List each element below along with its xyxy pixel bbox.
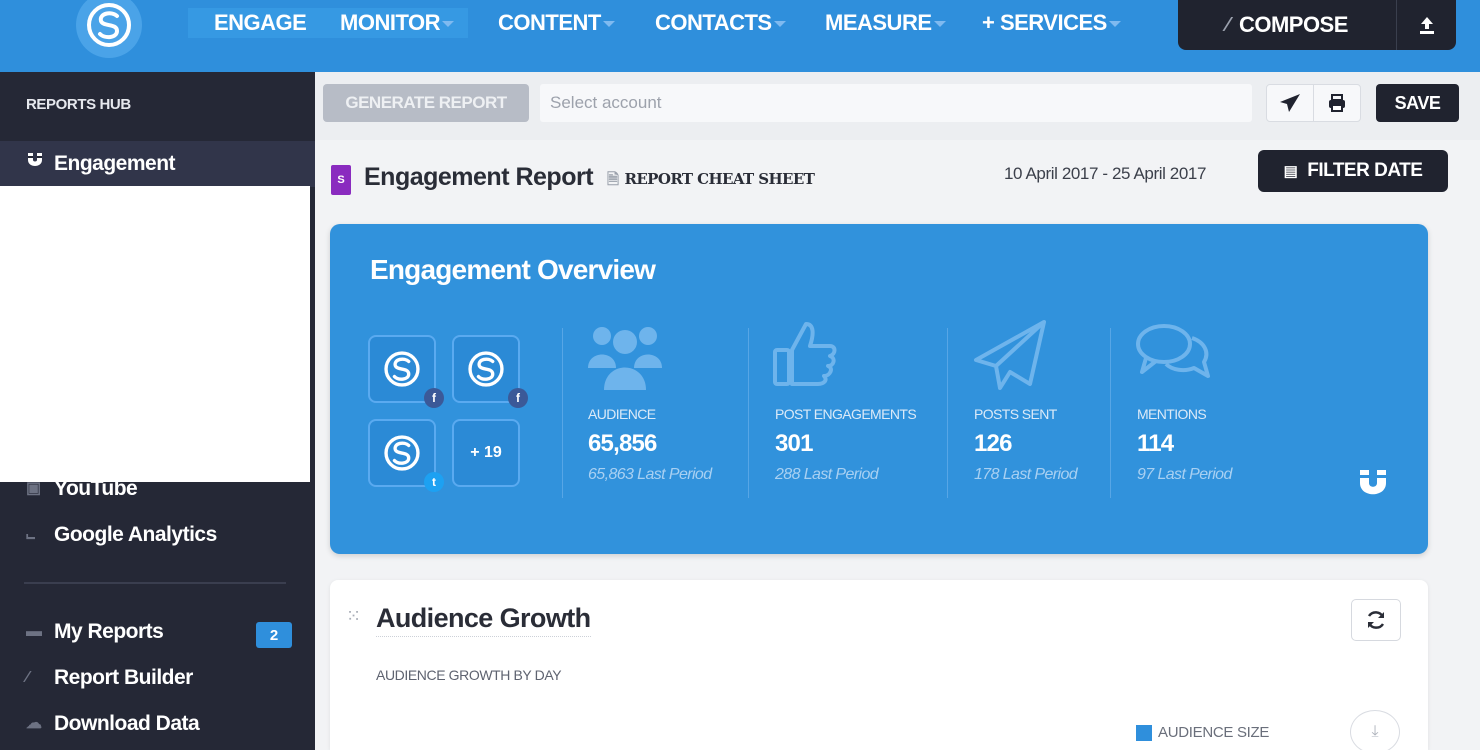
stat-last-audience: 65,863 Last Period: [588, 466, 712, 483]
top-nav: ENGAGE MONITOR CONTENT CONTACTS MEASURE …: [0, 0, 1480, 72]
report-type-badge: S: [331, 165, 351, 195]
users-icon: [588, 327, 662, 390]
facebook-icon: f: [508, 388, 528, 408]
sidebar-item-label: Report Builder: [54, 666, 193, 689]
nav-contacts[interactable]: CONTACTS: [655, 8, 786, 38]
sidebar-title: REPORTS HUB: [26, 96, 131, 113]
chevron-down-icon: [933, 21, 946, 28]
paper-plane-icon: [1280, 94, 1300, 112]
stat-value-audience: 65,856: [588, 430, 657, 457]
stat-divider: [748, 328, 749, 498]
document-icon: 🗎: [607, 170, 619, 188]
stat-last-post-engagements: 288 Last Period: [775, 466, 879, 483]
report-cheat-sheet-link[interactable]: 🗎 REPORT CHEAT SHEET: [607, 168, 815, 190]
chart-icon: ⨽: [26, 526, 35, 543]
sidebar-item-download-data[interactable]: ☁ Download Data: [26, 711, 200, 737]
thumbs-up-icon: [773, 322, 837, 386]
sidebar-item-report-builder[interactable]: ∕ Report Builder: [26, 665, 193, 691]
calendar-icon: ▤: [1283, 163, 1298, 180]
chevron-down-icon: [1108, 21, 1121, 28]
compose-label: COMPOSE: [1238, 12, 1348, 37]
download-icon: ⤓: [1371, 723, 1379, 740]
youtube-icon: ▣: [26, 480, 41, 497]
generate-report-button[interactable]: GENERATE REPORT: [323, 84, 529, 122]
sidebar-item-label: Engagement: [54, 152, 176, 175]
cheat-sheet-label: REPORT CHEAT SHEET: [624, 170, 815, 188]
chevron-down-icon: [441, 21, 454, 28]
chart-legend[interactable]: AUDIENCE SIZE: [1136, 724, 1269, 741]
chevron-down-icon: [602, 21, 615, 28]
upload-button[interactable]: [1396, 0, 1456, 50]
refresh-button[interactable]: [1351, 599, 1401, 641]
stat-label-posts-sent: POSTS SENT: [974, 406, 1057, 422]
sidebar-item-label: Download Data: [54, 712, 200, 735]
filter-date-label: FILTER DATE: [1307, 160, 1423, 181]
pencil-icon: ⁄: [1226, 13, 1229, 36]
sidebar-item-label: YouTube: [54, 477, 138, 500]
stat-value-post-engagements: 301: [775, 430, 813, 457]
send-report-button[interactable]: [1266, 84, 1314, 122]
wrench-icon: ∕: [26, 669, 29, 686]
select-account-input[interactable]: [540, 84, 1252, 122]
legend-swatch: [1136, 724, 1152, 741]
stat-value-posts-sent: 126: [974, 430, 1012, 457]
logo-icon: [468, 351, 504, 387]
sidebar-item-engagement[interactable]: Engagement: [26, 151, 176, 178]
nav-monitor[interactable]: MONITOR: [326, 8, 468, 38]
chat-bubbles-icon: [1136, 324, 1210, 378]
nav-measure[interactable]: MEASURE: [825, 8, 946, 38]
twitter-icon: t: [424, 472, 444, 492]
compose-button[interactable]: ⁄ COMPOSE: [1178, 0, 1396, 50]
save-button[interactable]: SAVE: [1376, 84, 1459, 122]
app-logo[interactable]: [76, 0, 142, 58]
compose-group: ⁄ COMPOSE: [1178, 0, 1456, 50]
redacted-panel: [0, 186, 310, 482]
facebook-icon: f: [424, 388, 444, 408]
nav-services[interactable]: + SERVICES: [982, 8, 1121, 38]
download-chart-button[interactable]: ⤓: [1350, 710, 1400, 750]
sidebar-divider: [24, 582, 286, 584]
page-title: Engagement Report: [364, 163, 594, 191]
stat-label-post-engagements: POST ENGAGEMENTS: [775, 406, 917, 422]
overview-title: Engagement Overview: [370, 254, 656, 285]
stat-divider: [562, 328, 563, 498]
drag-handle-icon[interactable]: ⁙: [346, 606, 361, 627]
cloud-icon: ☁: [26, 715, 42, 732]
print-button[interactable]: [1313, 84, 1361, 122]
nav-content[interactable]: CONTENT: [498, 8, 615, 38]
stat-label-audience: AUDIENCE: [588, 406, 656, 422]
sidebar-item-my-reports[interactable]: ▬ My Reports: [26, 619, 164, 645]
upload-icon: [1419, 17, 1434, 34]
paper-plane-icon: [974, 320, 1046, 390]
logo-icon: [384, 435, 420, 471]
chevron-down-icon: [773, 21, 786, 28]
nav-engage[interactable]: ENGAGE: [188, 8, 333, 38]
print-icon: [1329, 94, 1345, 112]
audience-growth-title: Audience Growth: [376, 603, 591, 637]
stat-value-mentions: 114: [1137, 430, 1174, 457]
magnet-icon: [26, 151, 54, 178]
filter-date-button[interactable]: ▤ FILTER DATE: [1258, 150, 1448, 192]
refresh-icon: [1367, 611, 1385, 629]
sidebar-item-youtube[interactable]: ▣ YouTube: [26, 476, 138, 502]
sidebar-item-label: Google Analytics: [54, 523, 217, 546]
logo-icon: [384, 351, 420, 387]
folder-icon: ▬: [26, 623, 42, 640]
stat-last-posts-sent: 178 Last Period: [974, 466, 1078, 483]
audience-growth-subtitle: AUDIENCE GROWTH BY DAY: [376, 667, 562, 683]
sidebar-item-label: My Reports: [54, 620, 164, 643]
logo-icon: [87, 3, 131, 47]
stat-divider: [947, 328, 948, 498]
magnet-icon: [1360, 470, 1386, 495]
more-accounts-tile[interactable]: + 19: [452, 419, 520, 487]
my-reports-count-badge: 2: [256, 622, 292, 648]
stat-last-mentions: 97 Last Period: [1137, 466, 1232, 483]
stat-divider: [1110, 328, 1111, 498]
sidebar-item-google-analytics[interactable]: ⨽ Google Analytics: [26, 522, 217, 548]
stat-label-mentions: MENTIONS: [1137, 406, 1207, 422]
legend-label: AUDIENCE SIZE: [1158, 724, 1270, 741]
date-range-label: 10 April 2017 - 25 April 2017: [1004, 164, 1206, 183]
